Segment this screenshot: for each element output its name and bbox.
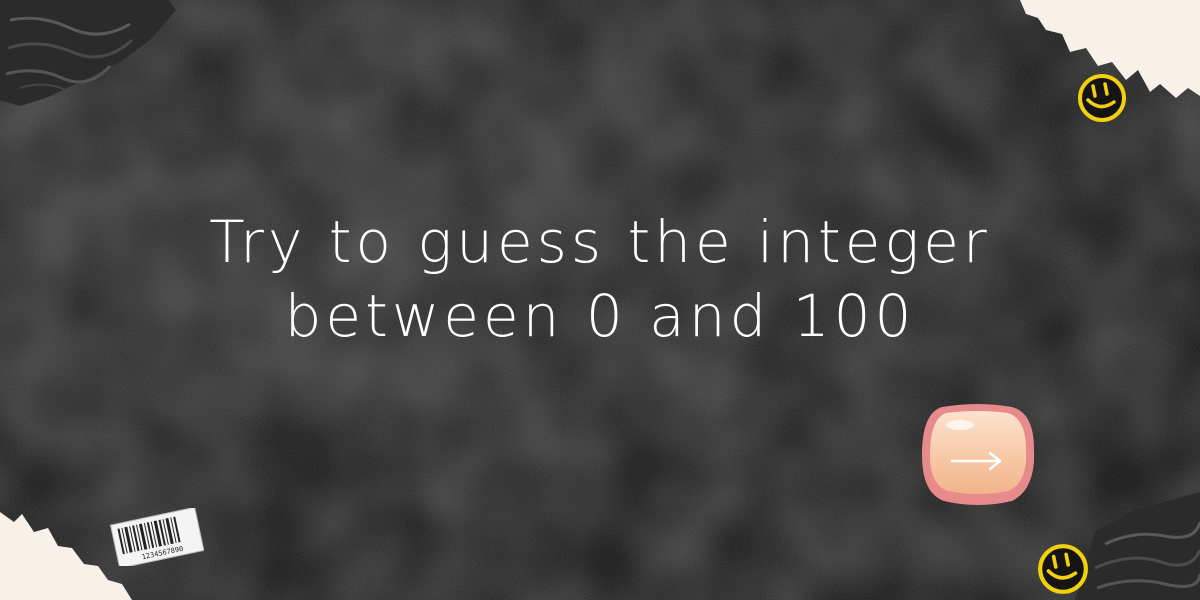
game-screen: 1234567890 Try to guess the integer betw…: [0, 0, 1200, 600]
smiley-face-icon: [1038, 544, 1088, 594]
headline-line-1: Try to guess the integer: [209, 208, 991, 276]
headline-line-2: between 0 and 100: [284, 282, 916, 350]
black-tape-top-left: [0, 0, 176, 106]
black-tape-bottom-right: [1075, 492, 1200, 600]
barcode-sticker: 1234567890: [108, 506, 205, 569]
smiley-face-icon: [1078, 74, 1126, 122]
prompt-headline: Try to guess the integer between 0 and 1…: [0, 205, 1200, 353]
next-button[interactable]: [920, 403, 1036, 507]
